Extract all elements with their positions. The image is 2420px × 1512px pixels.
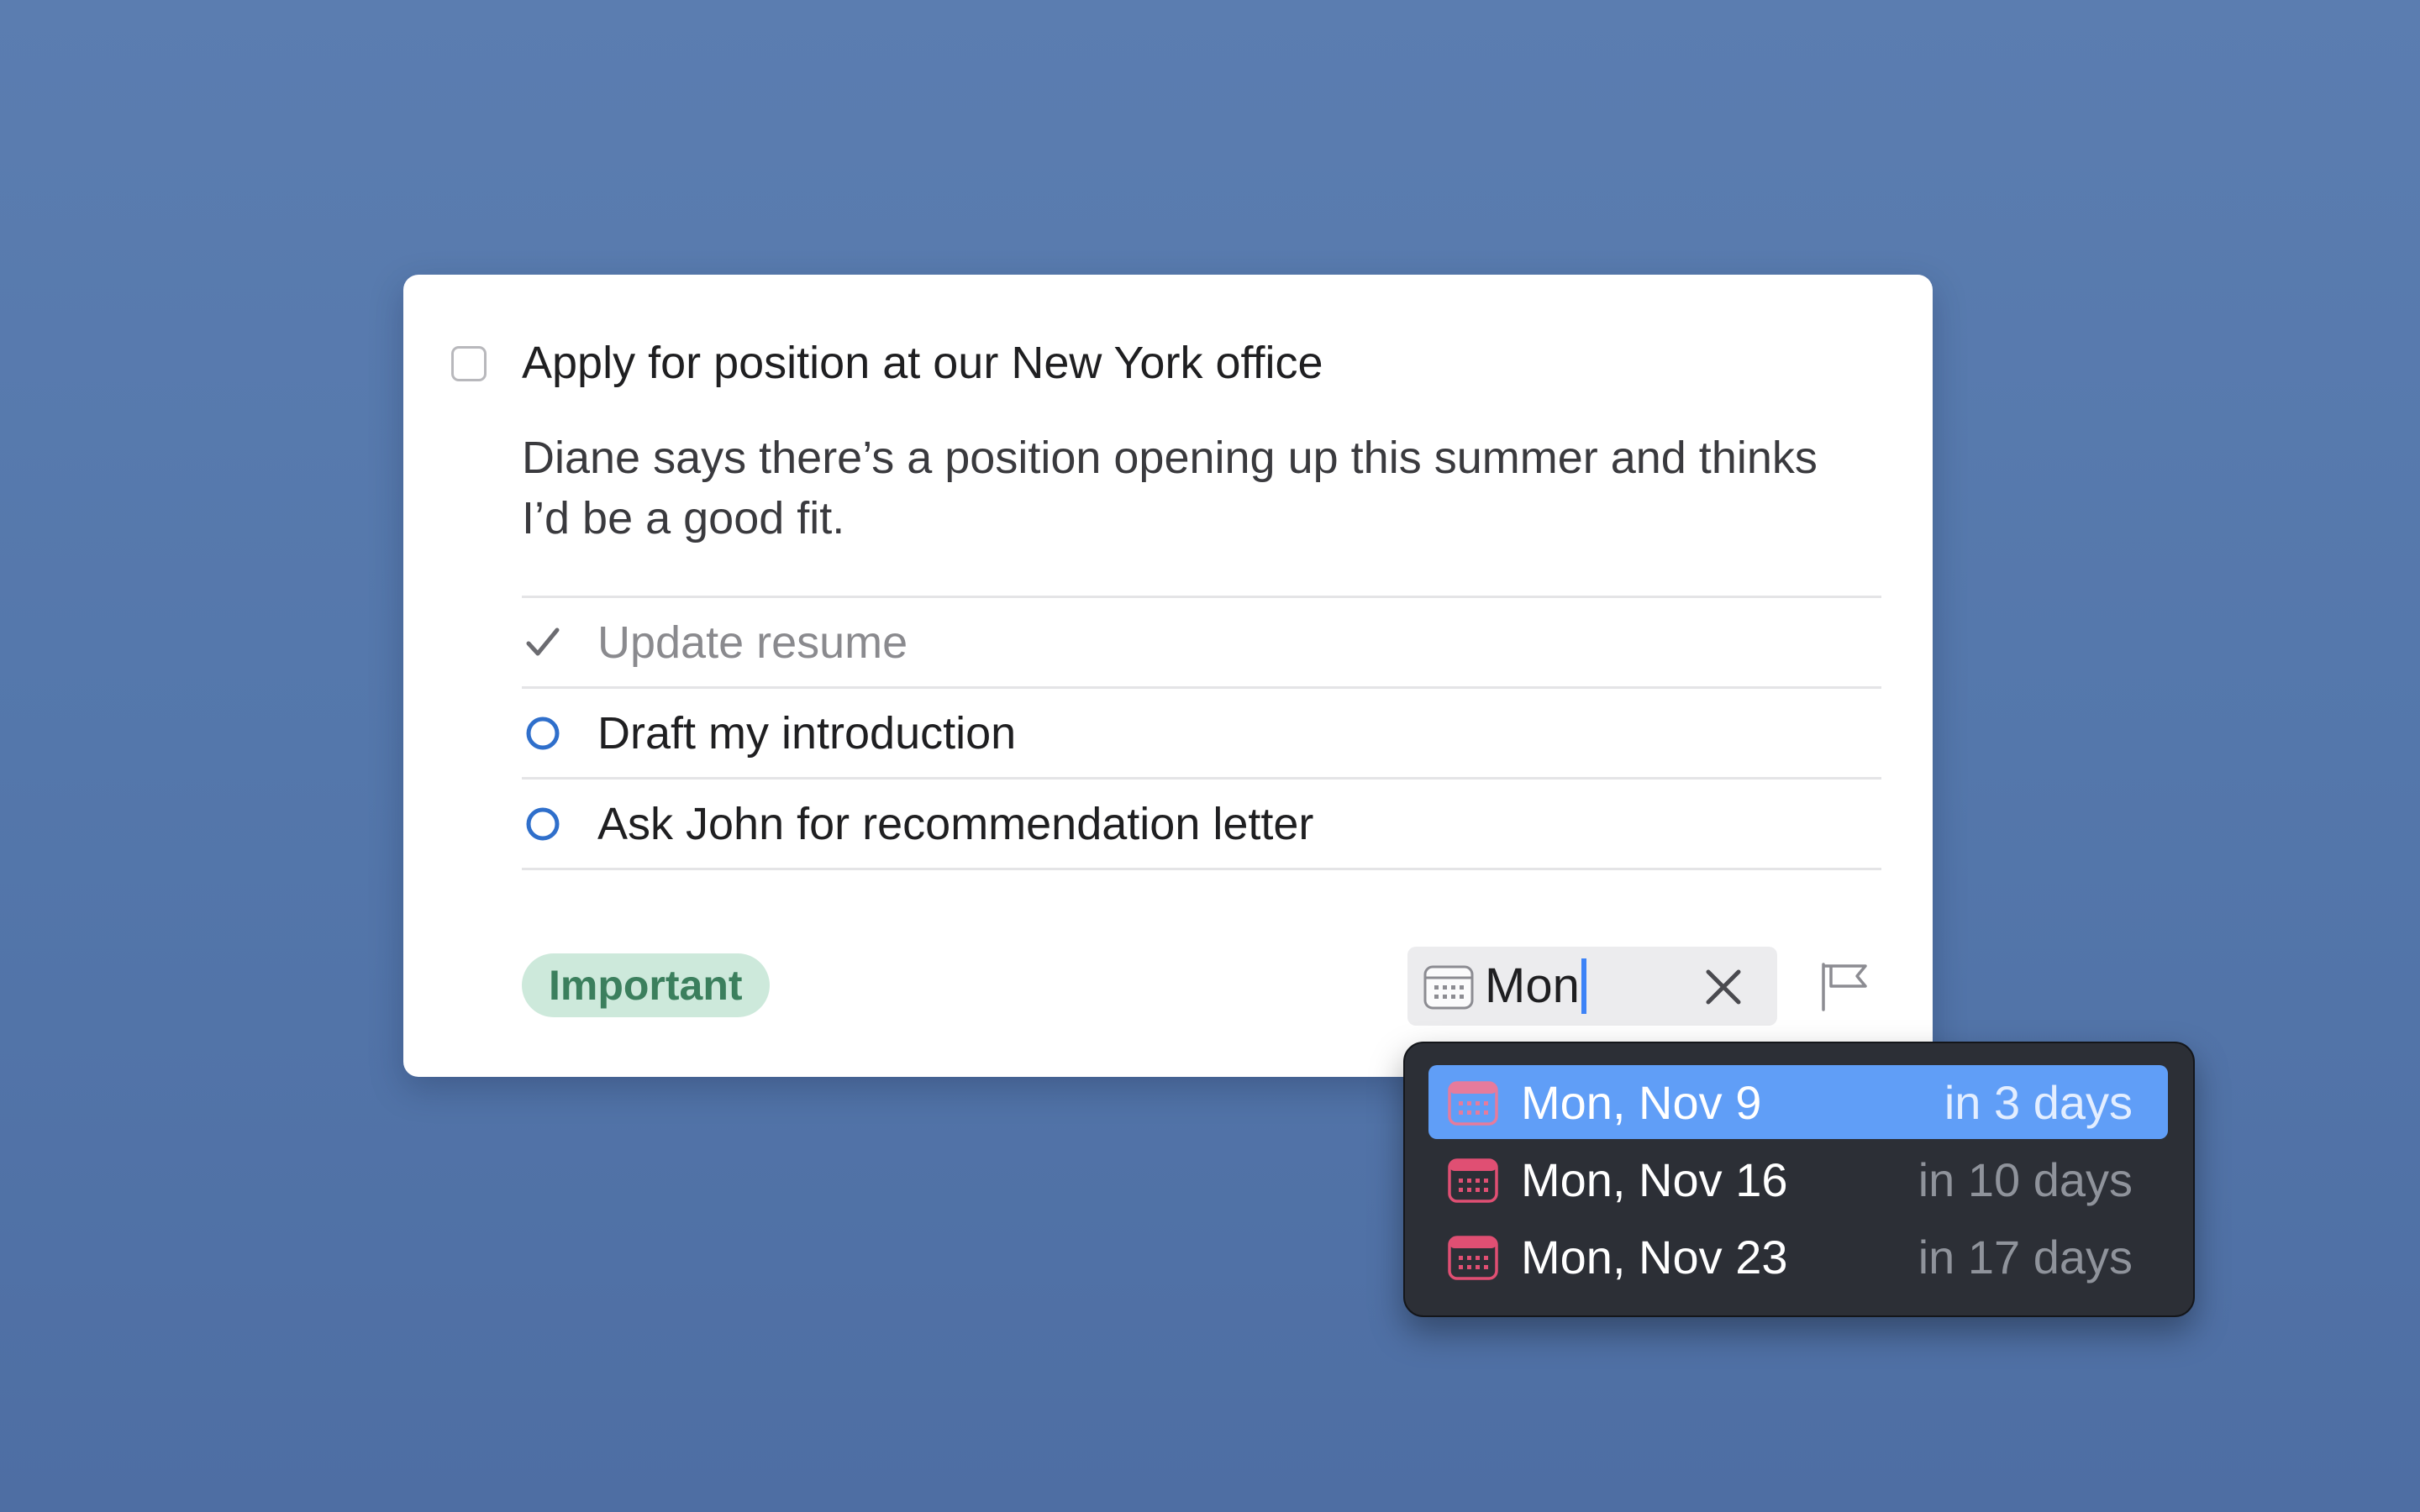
- deadline-input-value[interactable]: Mon: [1485, 958, 1586, 1014]
- circle-checkbox-icon[interactable]: [522, 712, 564, 754]
- suggestion-relative: in 17 days: [1918, 1231, 2133, 1284]
- checklist: Update resume Draft my introduction Ask …: [522, 596, 1881, 870]
- checklist-item[interactable]: Draft my introduction: [522, 689, 1881, 780]
- task-title[interactable]: Apply for position at our New York offic…: [522, 335, 1323, 391]
- date-suggestion[interactable]: Mon, Nov 23 in 17 days: [1428, 1220, 2168, 1294]
- checklist-item-label: Update resume: [597, 617, 908, 668]
- text-caret: [1581, 958, 1586, 1014]
- checklist-item-label: Ask John for recommendation letter: [597, 799, 1314, 849]
- task-checkbox[interactable]: [451, 346, 487, 381]
- date-suggestions-popover: Mon, Nov 9 in 3 days Mon, Nov 16 in 10 d…: [1403, 1042, 2195, 1317]
- suggestion-date: Mon, Nov 9: [1521, 1076, 1762, 1129]
- date-suggestion[interactable]: Mon, Nov 16 in 10 days: [1428, 1142, 2168, 1216]
- tag-important[interactable]: Important: [522, 953, 770, 1017]
- close-icon[interactable]: [1703, 967, 1744, 1007]
- task-notes[interactable]: Diane says there’s a position opening up…: [522, 428, 1866, 549]
- suggestion-date: Mon, Nov 16: [1521, 1153, 1788, 1206]
- date-suggestion[interactable]: Mon, Nov 9 in 3 days: [1428, 1065, 2168, 1139]
- deadline-input[interactable]: Mon: [1407, 947, 1777, 1026]
- calendar-icon: [1423, 965, 1474, 1010]
- calendar-icon: [1448, 1236, 1498, 1280]
- circle-checkbox-icon[interactable]: [522, 803, 564, 845]
- flag-icon[interactable]: [1819, 959, 1871, 1013]
- suggestion-relative: in 3 days: [1944, 1076, 2133, 1129]
- calendar-icon: [1448, 1081, 1498, 1126]
- calendar-icon: [1448, 1158, 1498, 1203]
- checkmark-icon[interactable]: [522, 622, 564, 664]
- checklist-item[interactable]: Update resume: [522, 598, 1881, 689]
- task-card: Apply for position at our New York offic…: [403, 275, 1933, 1077]
- suggestion-date: Mon, Nov 23: [1521, 1231, 1788, 1284]
- suggestion-relative: in 10 days: [1918, 1153, 2133, 1206]
- checklist-item[interactable]: Ask John for recommendation letter: [522, 780, 1881, 870]
- checklist-item-label: Draft my introduction: [597, 708, 1017, 759]
